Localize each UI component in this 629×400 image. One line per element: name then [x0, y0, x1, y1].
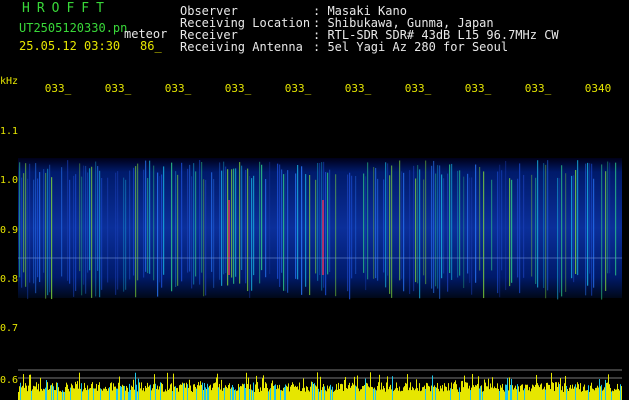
x-tick-label: 033_ [525, 82, 552, 95]
x-tick-label: 033_ [225, 82, 252, 95]
y-tick-label: 1.1 [0, 126, 18, 137]
x-tick-label: 033_ [165, 82, 192, 95]
x-tick-label: 033_ [285, 82, 312, 95]
y-tick-label: 0.9 [0, 225, 18, 236]
x-tick-label: 0340 [585, 82, 612, 95]
y-axis-unit: kHz [0, 76, 18, 87]
x-tick-label: 033_ [45, 82, 72, 95]
y-axis-ticks: 1.1 1.0 0.9 0.8 0.7 0.6 [0, 126, 18, 386]
x-tick-label: 033_ [105, 82, 132, 95]
y-tick-label: 0.6 [0, 375, 18, 386]
spectrogram-plot: 033_ 033_ 033_ 033_ 033_ 033_ 033_ 033_ 033_ 0340… [0, 76, 622, 400]
x-tick-label: 033_ [405, 82, 432, 95]
y-tick-label: 1.0 [0, 175, 18, 186]
x-tick-label: 033_ [465, 82, 492, 95]
signal-level-bars [18, 372, 622, 400]
x-axis-ticks: 033_ 033_ 033_ 033_ 033_ 033_ 033_ 033_ 033_ 0340 [45, 82, 612, 95]
spectrogram-background [18, 158, 622, 300]
y-tick-label: 0.8 [0, 274, 18, 285]
x-tick-label: 033_ [345, 82, 372, 95]
y-tick-label: 0.7 [0, 323, 18, 334]
